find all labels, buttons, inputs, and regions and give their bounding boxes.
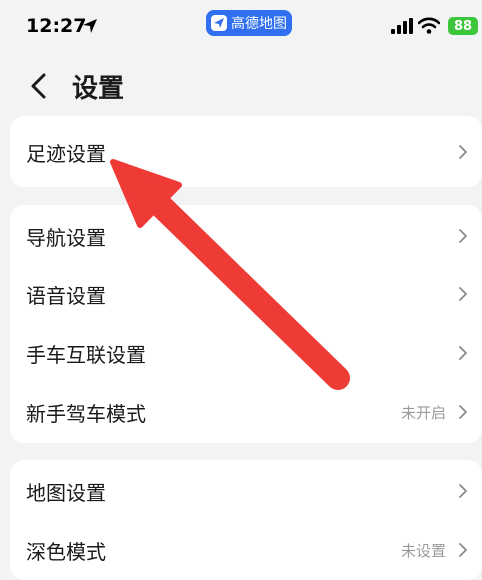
settings-item-dark-mode[interactable]: 深色模式 未设置 bbox=[10, 521, 482, 579]
status-bar: 12:27 高德地图 88 bbox=[0, 0, 482, 56]
page-title: 设置 bbox=[72, 74, 125, 104]
chevron-right-icon bbox=[459, 484, 467, 498]
settings-item-phone-car-link[interactable]: 手车互联设置 bbox=[10, 324, 482, 382]
app-name: 高德地图 bbox=[231, 16, 287, 32]
chevron-right-icon bbox=[459, 145, 467, 159]
back-chevron-icon[interactable] bbox=[28, 72, 50, 100]
settings-group-navigation: 导航设置 语音设置 手车互联设置 新手驾车模式 未开启 bbox=[10, 205, 482, 443]
settings-item-status: 未开启 bbox=[400, 403, 446, 422]
settings-group-map: 地图设置 深色模式 未设置 bbox=[10, 460, 482, 580]
settings-item-label: 语音设置 bbox=[26, 283, 106, 308]
settings-item-footprint[interactable]: 足迹设置 bbox=[10, 123, 482, 181]
settings-item-status: 未设置 bbox=[400, 541, 446, 560]
chevron-right-icon bbox=[459, 543, 467, 557]
settings-item-label: 地图设置 bbox=[26, 480, 106, 505]
wifi-icon bbox=[418, 17, 440, 34]
settings-group-footprint: 足迹设置 bbox=[10, 116, 482, 187]
cellular-signal-icon bbox=[391, 18, 413, 34]
settings-item-voice[interactable]: 语音设置 bbox=[10, 265, 482, 323]
chevron-right-icon bbox=[459, 287, 467, 301]
settings-item-label: 导航设置 bbox=[26, 225, 106, 250]
settings-item-map[interactable]: 地图设置 bbox=[10, 462, 482, 520]
app-indicator-pill[interactable]: 高德地图 bbox=[206, 10, 292, 36]
chevron-right-icon bbox=[459, 405, 467, 419]
battery-indicator: 88 bbox=[448, 17, 478, 35]
chevron-right-icon bbox=[459, 229, 467, 243]
settings-item-label: 深色模式 bbox=[26, 539, 106, 564]
status-time: 12:27 bbox=[26, 15, 87, 37]
settings-item-novice-driving-mode[interactable]: 新手驾车模式 未开启 bbox=[10, 383, 482, 441]
settings-item-navigation[interactable]: 导航设置 bbox=[10, 207, 482, 265]
battery-level: 88 bbox=[453, 18, 473, 34]
navigation-icon bbox=[211, 15, 227, 31]
location-arrow-icon bbox=[83, 19, 97, 33]
chevron-right-icon bbox=[459, 346, 467, 360]
settings-item-label: 足迹设置 bbox=[26, 141, 106, 166]
settings-item-label: 手车互联设置 bbox=[26, 342, 146, 367]
settings-item-label: 新手驾车模式 bbox=[26, 401, 146, 426]
